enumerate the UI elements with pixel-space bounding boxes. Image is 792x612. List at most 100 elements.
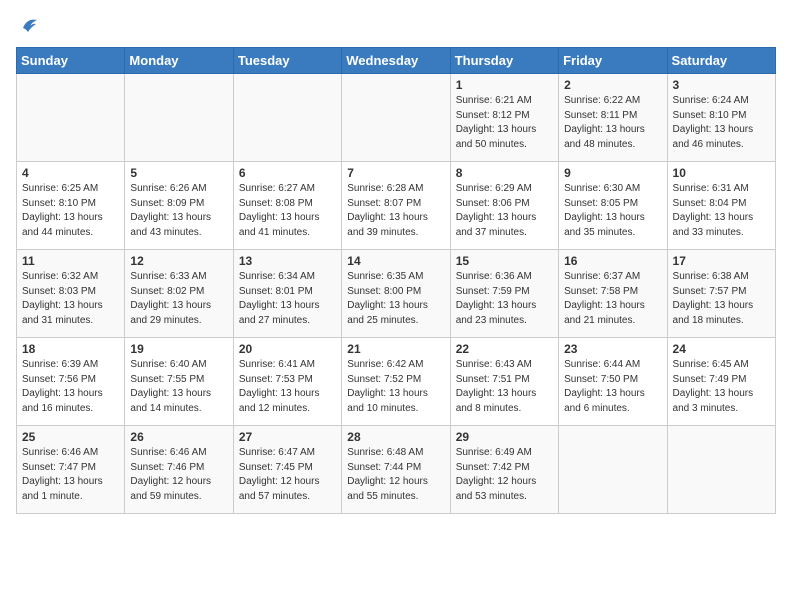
day-info: Sunrise: 6:48 AM Sunset: 7:44 PM Dayligh… <box>347 446 444 504</box>
calendar-table: SundayMondayTuesdayWednesdayThursdayFrid… <box>16 47 776 514</box>
day-number: 25 <box>22 430 119 444</box>
day-number: 21 <box>347 342 444 356</box>
calendar-cell: 4 Sunrise: 6:25 AM Sunset: 8:10 PM Daylig… <box>17 162 125 250</box>
day-info: Sunrise: 6:21 AM Sunset: 8:12 PM Dayligh… <box>456 94 553 152</box>
day-info: Sunrise: 6:49 AM Sunset: 7:42 PM Dayligh… <box>456 446 553 504</box>
calendar-cell: 8 Sunrise: 6:29 AM Sunset: 8:06 PM Daylig… <box>450 162 558 250</box>
logo-bird-icon <box>17 14 39 36</box>
day-number: 13 <box>239 254 336 268</box>
day-number: 1 <box>456 78 553 92</box>
calendar-week-row: 25 Sunrise: 6:46 AM Sunset: 7:47 PM Dayli… <box>17 426 776 514</box>
day-info: Sunrise: 6:35 AM Sunset: 8:00 PM Dayligh… <box>347 270 444 328</box>
calendar-cell: 20 Sunrise: 6:41 AM Sunset: 7:53 PM Dayli… <box>233 338 341 426</box>
calendar-cell: 25 Sunrise: 6:46 AM Sunset: 7:47 PM Dayli… <box>17 426 125 514</box>
day-info: Sunrise: 6:34 AM Sunset: 8:01 PM Dayligh… <box>239 270 336 328</box>
calendar-cell <box>233 74 341 162</box>
page-header <box>16 10 776 41</box>
calendar-cell <box>342 74 450 162</box>
day-info: Sunrise: 6:43 AM Sunset: 7:51 PM Dayligh… <box>456 358 553 416</box>
calendar-week-row: 4 Sunrise: 6:25 AM Sunset: 8:10 PM Daylig… <box>17 162 776 250</box>
day-info: Sunrise: 6:38 AM Sunset: 7:57 PM Dayligh… <box>673 270 770 328</box>
day-of-week-header: Saturday <box>667 48 775 74</box>
calendar-cell: 17Sunrise: 6:38 AM Sunset: 7:57 PM Dayli… <box>667 250 775 338</box>
calendar-cell: 29 Sunrise: 6:49 AM Sunset: 7:42 PM Dayli… <box>450 426 558 514</box>
day-number: 15 <box>456 254 553 268</box>
day-number: 3 <box>673 78 770 92</box>
day-number: 20 <box>239 342 336 356</box>
day-info: Sunrise: 6:30 AM Sunset: 8:05 PM Dayligh… <box>564 182 661 240</box>
day-number: 19 <box>130 342 227 356</box>
calendar-cell: 7 Sunrise: 6:28 AM Sunset: 8:07 PM Daylig… <box>342 162 450 250</box>
calendar-cell: 22Sunrise: 6:43 AM Sunset: 7:51 PM Dayli… <box>450 338 558 426</box>
calendar-cell <box>17 74 125 162</box>
day-number: 12 <box>130 254 227 268</box>
day-info: Sunrise: 6:47 AM Sunset: 7:45 PM Dayligh… <box>239 446 336 504</box>
day-number: 7 <box>347 166 444 180</box>
calendar-cell: 6 Sunrise: 6:27 AM Sunset: 8:08 PM Daylig… <box>233 162 341 250</box>
day-of-week-header: Friday <box>559 48 667 74</box>
day-info: Sunrise: 6:41 AM Sunset: 7:53 PM Dayligh… <box>239 358 336 416</box>
logo <box>16 14 39 41</box>
day-info: Sunrise: 6:26 AM Sunset: 8:09 PM Dayligh… <box>130 182 227 240</box>
day-info: Sunrise: 6:45 AM Sunset: 7:49 PM Dayligh… <box>673 358 770 416</box>
calendar-header: SundayMondayTuesdayWednesdayThursdayFrid… <box>17 48 776 74</box>
calendar-cell: 3 Sunrise: 6:24 AM Sunset: 8:10 PM Daylig… <box>667 74 775 162</box>
calendar-cell: 1 Sunrise: 6:21 AM Sunset: 8:12 PM Daylig… <box>450 74 558 162</box>
day-info: Sunrise: 6:37 AM Sunset: 7:58 PM Dayligh… <box>564 270 661 328</box>
day-info: Sunrise: 6:46 AM Sunset: 7:47 PM Dayligh… <box>22 446 119 504</box>
day-number: 9 <box>564 166 661 180</box>
calendar-cell: 14Sunrise: 6:35 AM Sunset: 8:00 PM Dayli… <box>342 250 450 338</box>
day-of-week-header: Thursday <box>450 48 558 74</box>
calendar-body: 1 Sunrise: 6:21 AM Sunset: 8:12 PM Daylig… <box>17 74 776 514</box>
calendar-cell: 28 Sunrise: 6:48 AM Sunset: 7:44 PM Dayli… <box>342 426 450 514</box>
calendar-cell: 21 Sunrise: 6:42 AM Sunset: 7:52 PM Dayli… <box>342 338 450 426</box>
day-number: 2 <box>564 78 661 92</box>
day-number: 16 <box>564 254 661 268</box>
day-info: Sunrise: 6:31 AM Sunset: 8:04 PM Dayligh… <box>673 182 770 240</box>
calendar-cell: 13 Sunrise: 6:34 AM Sunset: 8:01 PM Dayli… <box>233 250 341 338</box>
day-info: Sunrise: 6:32 AM Sunset: 8:03 PM Dayligh… <box>22 270 119 328</box>
calendar-cell: 10 Sunrise: 6:31 AM Sunset: 8:04 PM Dayli… <box>667 162 775 250</box>
day-info: Sunrise: 6:39 AM Sunset: 7:56 PM Dayligh… <box>22 358 119 416</box>
day-number: 24 <box>673 342 770 356</box>
day-of-week-header: Tuesday <box>233 48 341 74</box>
calendar-cell: 23 Sunrise: 6:44 AM Sunset: 7:50 PM Dayli… <box>559 338 667 426</box>
day-info: Sunrise: 6:24 AM Sunset: 8:10 PM Dayligh… <box>673 94 770 152</box>
day-number: 11 <box>22 254 119 268</box>
calendar-week-row: 11 Sunrise: 6:32 AM Sunset: 8:03 PM Dayli… <box>17 250 776 338</box>
day-number: 23 <box>564 342 661 356</box>
calendar-cell: 19 Sunrise: 6:40 AM Sunset: 7:55 PM Dayli… <box>125 338 233 426</box>
day-info: Sunrise: 6:46 AM Sunset: 7:46 PM Dayligh… <box>130 446 227 504</box>
calendar-cell: 27 Sunrise: 6:47 AM Sunset: 7:45 PM Dayli… <box>233 426 341 514</box>
day-info: Sunrise: 6:42 AM Sunset: 7:52 PM Dayligh… <box>347 358 444 416</box>
day-number: 29 <box>456 430 553 444</box>
day-number: 18 <box>22 342 119 356</box>
day-info: Sunrise: 6:28 AM Sunset: 8:07 PM Dayligh… <box>347 182 444 240</box>
calendar-cell: 26 Sunrise: 6:46 AM Sunset: 7:46 PM Dayli… <box>125 426 233 514</box>
day-info: Sunrise: 6:25 AM Sunset: 8:10 PM Dayligh… <box>22 182 119 240</box>
day-info: Sunrise: 6:33 AM Sunset: 8:02 PM Dayligh… <box>130 270 227 328</box>
day-number: 4 <box>22 166 119 180</box>
calendar-cell: 16 Sunrise: 6:37 AM Sunset: 7:58 PM Dayli… <box>559 250 667 338</box>
calendar-cell: 11 Sunrise: 6:32 AM Sunset: 8:03 PM Dayli… <box>17 250 125 338</box>
day-of-week-header: Wednesday <box>342 48 450 74</box>
day-of-week-header: Monday <box>125 48 233 74</box>
day-number: 28 <box>347 430 444 444</box>
day-number: 6 <box>239 166 336 180</box>
calendar-cell: 12 Sunrise: 6:33 AM Sunset: 8:02 PM Dayli… <box>125 250 233 338</box>
calendar-cell: 2 Sunrise: 6:22 AM Sunset: 8:11 PM Daylig… <box>559 74 667 162</box>
day-info: Sunrise: 6:27 AM Sunset: 8:08 PM Dayligh… <box>239 182 336 240</box>
day-number: 10 <box>673 166 770 180</box>
day-number: 8 <box>456 166 553 180</box>
day-info: Sunrise: 6:29 AM Sunset: 8:06 PM Dayligh… <box>456 182 553 240</box>
calendar-cell <box>667 426 775 514</box>
day-info: Sunrise: 6:22 AM Sunset: 8:11 PM Dayligh… <box>564 94 661 152</box>
day-info: Sunrise: 6:40 AM Sunset: 7:55 PM Dayligh… <box>130 358 227 416</box>
day-info: Sunrise: 6:44 AM Sunset: 7:50 PM Dayligh… <box>564 358 661 416</box>
day-number: 26 <box>130 430 227 444</box>
calendar-cell: 9 Sunrise: 6:30 AM Sunset: 8:05 PM Daylig… <box>559 162 667 250</box>
calendar-cell: 24 Sunrise: 6:45 AM Sunset: 7:49 PM Dayli… <box>667 338 775 426</box>
calendar-cell: 15Sunrise: 6:36 AM Sunset: 7:59 PM Dayli… <box>450 250 558 338</box>
day-number: 27 <box>239 430 336 444</box>
day-of-week-header: Sunday <box>17 48 125 74</box>
